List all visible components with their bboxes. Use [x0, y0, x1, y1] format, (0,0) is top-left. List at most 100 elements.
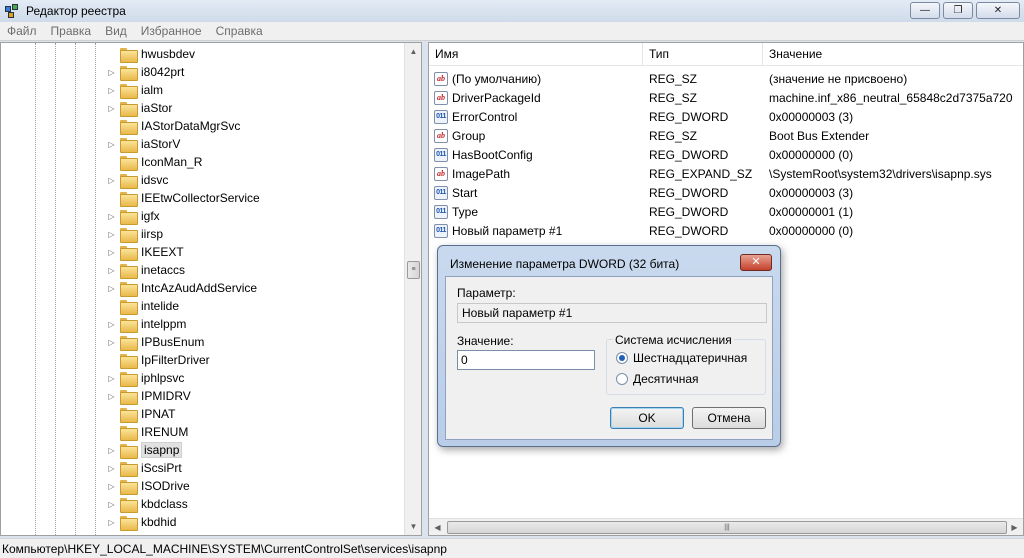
folder-icon — [120, 101, 138, 117]
tree-item[interactable]: ▷ igfx — [107, 207, 160, 225]
expand-arrow-icon[interactable]: ▷ — [107, 212, 116, 221]
value-name: HasBootConfig — [452, 147, 533, 162]
tree-item[interactable]: ▷ idsvc — [107, 171, 168, 189]
tree-item[interactable]: ▷ kbdhid — [107, 513, 176, 531]
folder-icon — [120, 155, 138, 171]
menu-favorites[interactable]: Избранное — [134, 24, 209, 38]
column-data-header[interactable]: Значение — [763, 43, 1023, 66]
maximize-button[interactable]: ❐ — [943, 2, 973, 19]
tree-item[interactable]: ▷ ISODrive — [107, 477, 190, 495]
value-type: REG_DWORD — [649, 223, 729, 238]
column-type-header[interactable]: Тип — [643, 43, 763, 66]
scroll-up-arrow-icon[interactable]: ▲ — [405, 43, 421, 60]
tree-item[interactable]: IPNAT — [107, 405, 175, 423]
expand-arrow-icon[interactable]: ▷ — [107, 86, 116, 95]
tree-item[interactable]: IAStorDataMgrSvc — [107, 117, 240, 135]
tree-item[interactable]: ▷ iScsiPrt — [107, 459, 182, 477]
tree-item[interactable]: ▷ iphlpsvc — [107, 369, 184, 387]
expand-arrow-icon[interactable]: ▷ — [107, 518, 116, 527]
expand-arrow-icon[interactable]: ▷ — [107, 104, 116, 113]
tree-item[interactable]: hwusbdev — [107, 45, 195, 63]
expand-arrow-icon[interactable]: ▷ — [107, 392, 116, 401]
table-row[interactable]: ab Group REG_SZ Boot Bus Extender — [429, 126, 1023, 145]
tree-item-label: iirsp — [141, 227, 164, 241]
expand-arrow-icon[interactable]: ▷ — [107, 320, 116, 329]
dialog-close-button[interactable]: ✕ — [740, 254, 772, 271]
tree-item[interactable]: ▷ kbdclass — [107, 495, 188, 513]
tree-item[interactable]: ▷ iirsp — [107, 225, 163, 243]
tree-item[interactable]: ▷ isapnp — [107, 441, 183, 459]
radix-decimal-option[interactable]: Десятичная — [616, 372, 699, 386]
tree-item[interactable]: IRENUM — [107, 423, 188, 441]
folder-icon — [120, 209, 138, 225]
tree-item[interactable]: ▷ ialm — [107, 81, 163, 99]
expand-arrow-icon[interactable]: ▷ — [107, 266, 116, 275]
ok-button[interactable]: OK — [610, 407, 684, 429]
radio-decimal-icon[interactable] — [616, 373, 628, 385]
tree-item[interactable]: ▷ intelppm — [107, 315, 186, 333]
registry-tree-pane[interactable]: hwusbdev ▷ i8042prt ▷ ialm ▷ iaStor IAStorDataM… — [0, 42, 422, 536]
scroll-left-arrow-icon[interactable]: ◀ — [429, 519, 446, 535]
table-row[interactable]: 011 ErrorControl REG_DWORD 0x00000003 (3) — [429, 107, 1023, 126]
tree-item[interactable]: ▷ iaStor — [107, 99, 172, 117]
tree-item[interactable]: ▷ IntcAzAudAddService — [107, 279, 257, 297]
table-row[interactable]: 011 Type REG_DWORD 0x00000001 (1) — [429, 202, 1023, 221]
close-button[interactable]: ✕ — [976, 2, 1020, 19]
tree-item[interactable]: ▷ inetaccs — [107, 261, 185, 279]
expand-arrow-icon[interactable]: ▷ — [107, 464, 116, 473]
table-row[interactable]: 011 HasBootConfig REG_DWORD 0x00000000 (0) — [429, 145, 1023, 164]
expand-arrow-icon[interactable]: ▷ — [107, 230, 116, 239]
expand-arrow-icon[interactable]: ▷ — [107, 68, 116, 77]
radix-label: Система исчисления — [613, 333, 734, 347]
table-row[interactable]: 011 Start REG_DWORD 0x00000003 (3) — [429, 183, 1023, 202]
menu-help[interactable]: Справка — [209, 24, 270, 38]
scrollbar-thumb[interactable]: ||| — [447, 521, 1007, 534]
table-row[interactable]: 011 Новый параметр #1 REG_DWORD 0x00000000 … — [429, 221, 1023, 240]
minimize-button[interactable]: — — [910, 2, 940, 19]
expand-arrow-icon[interactable]: ▷ — [107, 338, 116, 347]
value-input[interactable] — [457, 350, 595, 370]
values-horizontal-scrollbar[interactable]: ◀ ||| ▶ — [429, 518, 1023, 535]
expand-arrow-icon[interactable]: ▷ — [107, 500, 116, 509]
tree-guide-line — [35, 43, 36, 535]
tree-item[interactable]: IEEtwCollectorService — [107, 189, 260, 207]
scrollbar-thumb[interactable]: ≡ — [407, 261, 420, 279]
tree-item-label: isapnp — [141, 442, 183, 458]
tree-item[interactable]: ▷ IPMIDRV — [107, 387, 191, 405]
menu-edit[interactable]: Правка — [44, 24, 99, 38]
tree-vertical-scrollbar[interactable]: ▲ ≡ ▼ — [404, 43, 421, 535]
value-type: REG_SZ — [649, 128, 698, 143]
menu-view[interactable]: Вид — [98, 24, 134, 38]
tree-item[interactable]: ▷ IKEEXT — [107, 243, 184, 261]
folder-icon — [120, 263, 138, 279]
tree-item-label: inetaccs — [141, 263, 186, 277]
table-row[interactable]: ab ImagePath REG_EXPAND_SZ \SystemRoot\syst… — [429, 164, 1023, 183]
expand-arrow-icon[interactable]: ▷ — [107, 248, 116, 257]
expand-arrow-icon[interactable]: ▷ — [107, 374, 116, 383]
radix-hex-option[interactable]: Шестнадцатеричная — [616, 351, 747, 365]
tree-item[interactable]: ▷ iaStorV — [107, 135, 180, 153]
tree-item[interactable]: ▷ IPBusEnum — [107, 333, 204, 351]
expand-arrow-icon[interactable]: ▷ — [107, 446, 116, 455]
table-row[interactable]: ab (По умолчанию) REG_SZ (значение не присв… — [429, 69, 1023, 88]
expand-arrow-icon[interactable]: ▷ — [107, 176, 116, 185]
menu-file[interactable]: Файл — [0, 24, 44, 38]
scroll-down-arrow-icon[interactable]: ▼ — [405, 518, 421, 535]
table-row[interactable]: ab DriverPackageId REG_SZ machine.inf_x86_n… — [429, 88, 1023, 107]
value-data: 0x00000000 (0) — [769, 147, 854, 162]
cancel-button[interactable]: Отмена — [692, 407, 766, 429]
radio-hex-selected-icon[interactable] — [616, 352, 628, 364]
expand-arrow-icon[interactable]: ▷ — [107, 284, 116, 293]
expand-arrow-icon[interactable]: ▷ — [107, 482, 116, 491]
tree-item[interactable]: ▷ i8042prt — [107, 63, 184, 81]
tree-item-label: IRENUM — [141, 425, 189, 439]
tree-item[interactable]: IpFilterDriver — [107, 351, 210, 369]
tree-item[interactable]: intelide — [107, 297, 179, 315]
scroll-right-arrow-icon[interactable]: ▶ — [1006, 519, 1023, 535]
tree-item[interactable]: IconMan_R — [107, 153, 202, 171]
folder-icon — [120, 353, 138, 369]
expand-arrow-icon[interactable]: ▷ — [107, 140, 116, 149]
tree-guide-line — [55, 43, 56, 535]
tree-item-label: ialm — [141, 83, 164, 97]
column-name-header[interactable]: Имя — [429, 43, 643, 66]
